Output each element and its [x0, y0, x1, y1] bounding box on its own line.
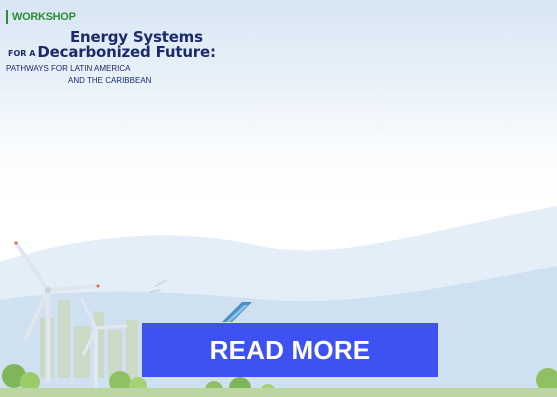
- turbine-tip: [96, 284, 100, 288]
- read-more-button[interactable]: READ MORE: [142, 323, 438, 377]
- title-prefix: FOR A: [8, 49, 36, 58]
- turbine-tip: [14, 241, 18, 245]
- ground: [0, 388, 557, 397]
- title-main: Decarbonized Future:: [37, 43, 216, 61]
- title-line-2: FOR A Decarbonized Future:: [8, 43, 216, 63]
- workshop-tag: WORKSHOP: [6, 10, 76, 24]
- turbine-hub: [45, 287, 51, 293]
- subtitle-line-1: PATHWAYS FOR LATIN AMERICA: [6, 64, 131, 73]
- workshop-banner[interactable]: WORKSHOP Energy Systems FOR A Decarbonize…: [0, 0, 557, 397]
- subtitle-line-2: AND THE CARIBBEAN: [68, 76, 152, 85]
- workshop-title-block: WORKSHOP Energy Systems FOR A Decarbonize…: [6, 10, 306, 110]
